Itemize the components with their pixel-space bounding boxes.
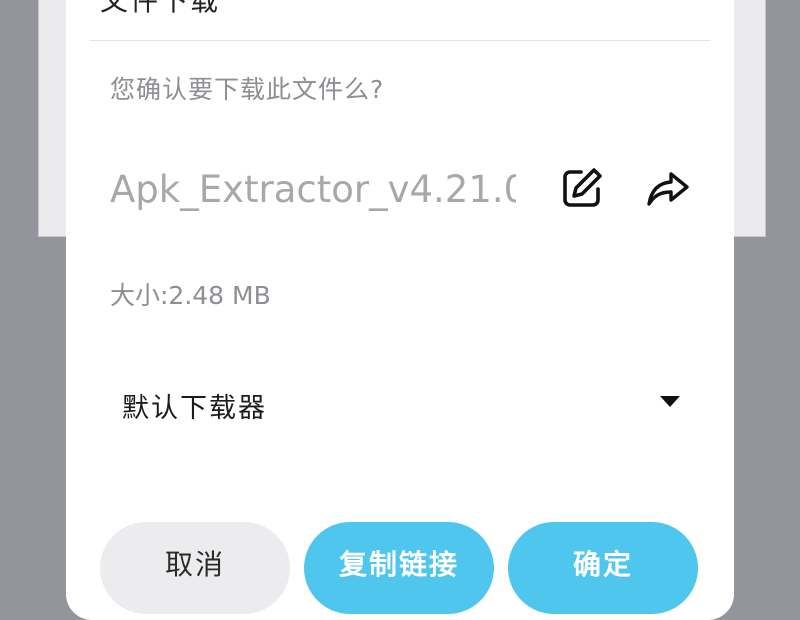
file-size: 大小:2.48 MB <box>110 281 271 310</box>
caret-down-icon <box>660 396 680 407</box>
confirm-button[interactable]: 确定 <box>508 522 698 614</box>
edit-icon <box>563 168 602 207</box>
confirm-question: 您确认要下载此文件么? <box>110 75 385 104</box>
share-icon <box>647 172 689 206</box>
downloader-select[interactable]: 默认下载器 <box>110 372 700 432</box>
copy-link-button[interactable]: 复制链接 <box>304 522 494 614</box>
dialog-title: 文件下载 <box>100 0 221 17</box>
edit-filename-button[interactable] <box>554 160 610 216</box>
share-button[interactable] <box>640 160 696 216</box>
cancel-button[interactable]: 取消 <box>100 522 290 614</box>
file-name: Apk_Extractor_v4.21.08 <box>110 168 516 211</box>
title-divider <box>90 40 710 41</box>
downloader-selected-value: 默认下载器 <box>122 393 267 424</box>
